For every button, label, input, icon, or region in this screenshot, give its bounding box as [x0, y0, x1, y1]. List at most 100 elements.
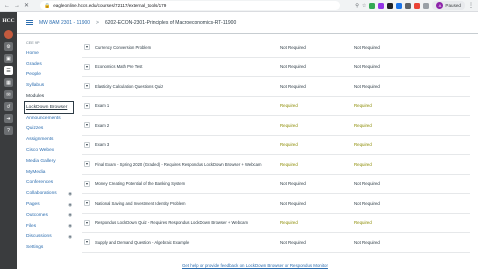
nav-media-gallery[interactable]: Media Gallery: [26, 156, 74, 167]
hcc-logo[interactable]: HCC: [2, 15, 16, 27]
close-icon[interactable]: ✕: [24, 2, 29, 9]
lockdown-status: Required: [280, 122, 298, 128]
nav-label: Collaborations: [26, 191, 57, 197]
nav-label: LockDown Browser: [26, 104, 68, 110]
extension-icon[interactable]: [405, 2, 412, 9]
monitor-status: Not Required: [354, 239, 380, 245]
nav-label: Pages: [26, 202, 40, 208]
lockdown-status: Not Required: [280, 64, 306, 70]
course-term: CEE 9P: [26, 41, 40, 45]
back-icon[interactable]: ←: [4, 3, 10, 9]
quiz-title: National Saving and Investment Identity …: [95, 200, 186, 206]
breadcrumb-course-link[interactable]: MW 8AM 2301 - 11900: [39, 20, 90, 26]
help-feedback-link[interactable]: Get help or provide feedback on LockDown…: [182, 263, 328, 268]
inbox-icon[interactable]: ✉: [4, 90, 13, 99]
browser-toolbar: ← → ✕ 🔒 eagleonline.hccs.edu/courses/721…: [0, 0, 478, 12]
nav-grades[interactable]: Grades: [26, 59, 74, 70]
quiz-title: Supply and Demand Question - Algebraic E…: [95, 239, 190, 245]
table-row: ▼ Exam 1 Required Required: [82, 97, 470, 116]
nav-label: Cisco Webex: [26, 148, 55, 154]
chevron-down-icon[interactable]: ▼: [84, 239, 90, 246]
nav-mymedia[interactable]: MyMedia: [26, 167, 74, 178]
nav-collaborations[interactable]: Collaborations ◉: [26, 188, 74, 199]
nav-announcements[interactable]: Announcements: [26, 113, 74, 124]
lockdown-status: Required: [280, 161, 298, 167]
table-row: ▼ Economics Math Pre Test Not Required N…: [82, 58, 470, 77]
nav-conferences[interactable]: Conferences: [26, 178, 74, 189]
chevron-down-icon[interactable]: ▼: [84, 63, 90, 70]
nav-people[interactable]: People: [26, 70, 74, 81]
search-icon[interactable]: ⚲: [355, 3, 359, 9]
nav-label: Announcements: [26, 115, 61, 121]
commons-icon[interactable]: ➜: [4, 114, 13, 123]
chevron-down-icon[interactable]: ▼: [84, 44, 90, 51]
nav-label: Media Gallery: [26, 158, 56, 164]
chevron-down-icon[interactable]: ▼: [84, 141, 90, 148]
nav-label: Files: [26, 223, 37, 229]
nav-cisco-webex[interactable]: Cisco Webex: [26, 145, 74, 156]
hamburger-menu-icon[interactable]: [26, 19, 33, 26]
calendar-icon[interactable]: ▦: [4, 78, 13, 87]
nav-label: Home: [26, 50, 39, 56]
monitor-status: Required: [354, 161, 372, 167]
lockdown-status: Required: [280, 103, 298, 109]
help-icon[interactable]: ?: [4, 126, 13, 135]
puzzle-icon[interactable]: [423, 2, 430, 9]
breadcrumb-current: 6202-ECON-2301-Principles of Macroeconom…: [104, 19, 237, 26]
table-row: ▼ National Saving and Investment Identit…: [82, 194, 470, 214]
table-row: ▼ Currency Conversion Problem Not Requir…: [82, 38, 470, 58]
chevron-down-icon[interactable]: ▼: [84, 200, 90, 207]
paused-label: Paused: [445, 3, 461, 8]
chevron-down-icon[interactable]: ▼: [84, 102, 90, 109]
quiz-title: Respondus LockDown Quiz - Requires Respo…: [95, 220, 248, 226]
chevron-down-icon[interactable]: ▼: [84, 122, 90, 129]
extension-icon[interactable]: [396, 2, 403, 9]
nav-files[interactable]: Files ◉: [26, 221, 74, 232]
history-icon[interactable]: ↺: [4, 102, 13, 111]
nav-label: Discussions: [26, 234, 52, 240]
profile-avatar: A: [436, 2, 444, 9]
chevron-down-icon[interactable]: ▼: [84, 161, 90, 168]
table-row: ▼ Respondus LockDown Quiz - Requires Res…: [82, 214, 470, 233]
lockdown-status: Required: [280, 220, 298, 226]
profile-paused-button[interactable]: A Paused: [432, 1, 465, 10]
nav-settings[interactable]: Settings: [26, 242, 74, 253]
lock-icon: 🔒: [44, 2, 51, 9]
monitor-status: Required: [354, 142, 372, 148]
nav-pages[interactable]: Pages ◉: [26, 199, 74, 210]
url-text: eagleonline.hccs.edu/courses/72117/exter…: [53, 3, 167, 8]
course-nav: CEE 9P Home Grades People Syllabus Modul…: [17, 34, 74, 269]
breadcrumb: MW 8AM 2301 - 11900 > 6202-ECON-2301-Pri…: [17, 12, 478, 34]
extension-icon[interactable]: [414, 2, 421, 9]
forward-icon[interactable]: →: [14, 3, 20, 9]
nav-label: Quizzes: [26, 126, 44, 132]
hidden-eye-icon: ◉: [68, 233, 72, 239]
extension-icon[interactable]: [378, 2, 385, 9]
nav-discussions[interactable]: Discussions ◉: [26, 232, 74, 243]
nav-home[interactable]: Home: [26, 48, 74, 59]
nav-syllabus[interactable]: Syllabus: [26, 80, 74, 91]
account-icon[interactable]: [4, 30, 13, 39]
chevron-down-icon[interactable]: ▼: [84, 180, 90, 187]
table-row: ▼ Money Creating Potential of the Bankin…: [82, 175, 470, 194]
extension-icon[interactable]: [387, 2, 394, 9]
address-bar[interactable]: 🔒 eagleonline.hccs.edu/courses/72117/ext…: [40, 1, 340, 10]
quiz-title: Exam 2: [95, 122, 110, 128]
star-icon[interactable]: ☆: [362, 3, 366, 9]
nav-quizzes[interactable]: Quizzes: [26, 124, 74, 135]
table-row: ▼ Exam 3 Required Required: [82, 136, 470, 155]
lockdown-status: Not Required: [280, 44, 306, 50]
nav-outcomes[interactable]: Outcomes ◉: [26, 210, 74, 221]
dashboard-icon[interactable]: ▣: [4, 54, 13, 63]
courses-icon[interactable]: ☰: [4, 66, 13, 75]
nav-lockdown-browser[interactable]: LockDown Browser: [24, 101, 74, 114]
nav-modules[interactable]: Modules: [26, 91, 74, 102]
quiz-title: Final Exam - Spring 2020 (Graded) - Requ…: [95, 161, 262, 167]
admin-icon[interactable]: ⚙: [4, 42, 13, 51]
chevron-down-icon[interactable]: ▼: [84, 83, 90, 90]
menu-icon[interactable]: ⋮: [468, 2, 474, 9]
table-row: ▼ Exam 2 Required Required: [82, 116, 470, 136]
nav-assignments[interactable]: Assignments: [26, 134, 74, 145]
extension-icon[interactable]: [369, 2, 376, 9]
chevron-down-icon[interactable]: ▼: [84, 219, 90, 226]
